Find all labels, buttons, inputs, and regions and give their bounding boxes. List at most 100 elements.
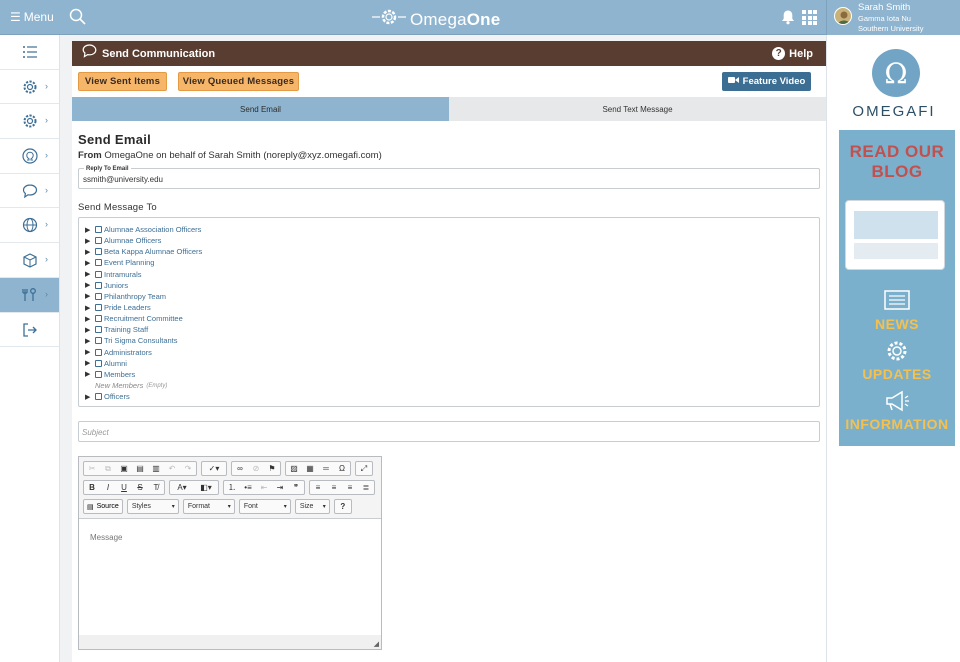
- recipient-group[interactable]: ▶ Administrators: [85, 347, 202, 358]
- omegafi-logo-icon[interactable]: Ω: [872, 49, 920, 97]
- expand-arrow-icon[interactable]: ▶: [85, 304, 95, 312]
- format-dropdown[interactable]: Format: [182, 499, 235, 514]
- recipient-checkbox[interactable]: [95, 337, 102, 345]
- maximize-icon[interactable]: ⤢: [356, 462, 372, 475]
- styles-dropdown[interactable]: Styles: [126, 499, 179, 514]
- sidebar-item-omega[interactable]: ›: [0, 139, 59, 174]
- copy-icon[interactable]: ⧉: [100, 462, 116, 475]
- source-button[interactable]: ▤ Source: [83, 499, 123, 514]
- text-color-icon[interactable]: A▾: [170, 481, 194, 494]
- reply-to-email-field[interactable]: Reply To Email ssmith@university.edu: [78, 166, 820, 189]
- bell-icon[interactable]: [780, 9, 796, 25]
- recipient-group[interactable]: ▶ Members: [85, 369, 202, 380]
- align-right-icon[interactable]: ≡: [342, 481, 358, 494]
- link-icon[interactable]: ∞: [232, 462, 248, 475]
- recipient-group[interactable]: ▶ Alumni: [85, 358, 202, 369]
- recipient-label[interactable]: Philanthropy Team: [104, 292, 166, 301]
- expand-arrow-icon[interactable]: ▶: [85, 248, 95, 256]
- recipient-label[interactable]: Alumnae Association Officers: [104, 225, 201, 234]
- search-icon[interactable]: [69, 8, 87, 26]
- brand-logo[interactable]: OmegaOne: [372, 7, 500, 32]
- sidebar-item-messages[interactable]: ›: [0, 174, 59, 209]
- subject-input[interactable]: Subject: [78, 421, 820, 442]
- recipient-label[interactable]: Alumni: [104, 359, 127, 368]
- recipient-label[interactable]: Beta Kappa Alumnae Officers: [104, 247, 202, 256]
- view-queued-messages-button[interactable]: View Queued Messages: [178, 72, 299, 91]
- recipient-label[interactable]: Administrators: [104, 348, 152, 357]
- bold-icon[interactable]: B: [84, 481, 100, 494]
- expand-arrow-icon[interactable]: ▶: [85, 292, 95, 300]
- expand-arrow-icon[interactable]: ▶: [85, 237, 95, 245]
- recipient-label[interactable]: Training Staff: [104, 325, 148, 334]
- sidebar-item-settings[interactable]: ›: [0, 70, 59, 105]
- blockquote-icon[interactable]: ❞: [288, 481, 304, 494]
- anchor-flag-icon[interactable]: ⚑: [264, 462, 280, 475]
- recipient-group[interactable]: ▶ Tri Sigma Consultants: [85, 335, 202, 346]
- sidebar-item-dashboard[interactable]: [0, 35, 59, 70]
- feature-video-button[interactable]: Feature Video: [722, 72, 811, 91]
- image-icon[interactable]: ▨: [286, 462, 302, 475]
- sidebar-item-inventory[interactable]: ›: [0, 243, 59, 278]
- recipient-group[interactable]: ▶ Training Staff: [85, 324, 202, 335]
- undo-icon[interactable]: ↶: [164, 462, 180, 475]
- editor-help-icon[interactable]: ?: [335, 500, 351, 513]
- horizontal-line-icon[interactable]: ═: [318, 462, 334, 475]
- user-menu[interactable]: Sarah Smith Gamma Iota Nu Southern Unive…: [826, 0, 960, 35]
- recipient-group[interactable]: ▶ Intramurals: [85, 269, 202, 280]
- expand-arrow-icon[interactable]: ▶: [85, 370, 95, 378]
- recipient-label[interactable]: Event Planning: [104, 258, 154, 267]
- message-textarea[interactable]: Message: [79, 518, 381, 635]
- recipient-checkbox[interactable]: [95, 326, 102, 334]
- recipient-checkbox[interactable]: [95, 226, 102, 234]
- expand-arrow-icon[interactable]: ▶: [85, 259, 95, 267]
- menu-button[interactable]: ☰ Menu: [10, 10, 54, 24]
- expand-arrow-icon[interactable]: ▶: [85, 337, 95, 345]
- recipient-label[interactable]: Tri Sigma Consultants: [104, 336, 178, 345]
- tab-send-email[interactable]: Send Email: [72, 97, 449, 121]
- outdent-icon[interactable]: ⇤: [256, 481, 272, 494]
- recipient-checkbox[interactable]: [95, 315, 102, 323]
- recipient-checkbox[interactable]: [95, 348, 102, 356]
- numbered-list-icon[interactable]: ⒈: [224, 481, 240, 494]
- blog-ad-banner[interactable]: READ OUR BLOG NEWS UPDATES INFORMATION: [839, 130, 955, 446]
- strikethrough-icon[interactable]: S: [132, 481, 148, 494]
- recipient-checkbox[interactable]: [95, 237, 102, 245]
- recipient-checkbox[interactable]: [95, 281, 102, 289]
- recipient-group[interactable]: ▶ Philanthropy Team: [85, 291, 202, 302]
- font-dropdown[interactable]: Font: [238, 499, 291, 514]
- view-sent-items-button[interactable]: View Sent Items: [78, 72, 167, 91]
- recipient-checkbox[interactable]: [95, 248, 102, 256]
- recipient-group[interactable]: ▶ Pride Leaders: [85, 302, 202, 313]
- paste-word-icon[interactable]: ▥: [148, 462, 164, 475]
- recipient-checkbox[interactable]: [95, 270, 102, 278]
- redo-icon[interactable]: ↷: [180, 462, 196, 475]
- cut-icon[interactable]: ✂: [84, 462, 100, 475]
- indent-icon[interactable]: ⇥: [272, 481, 288, 494]
- background-color-icon[interactable]: ◧▾: [194, 481, 218, 494]
- special-char-icon[interactable]: Ω: [334, 462, 350, 475]
- recipient-group[interactable]: ▶ Alumnae Association Officers: [85, 224, 202, 235]
- recipient-label[interactable]: Pride Leaders: [104, 303, 151, 312]
- resize-handle-icon[interactable]: ◢: [374, 640, 379, 648]
- tab-send-text-message[interactable]: Send Text Message: [449, 97, 826, 121]
- paste-icon[interactable]: ▣: [116, 462, 132, 475]
- recipient-group[interactable]: ▶ Beta Kappa Alumnae Officers: [85, 246, 202, 257]
- recipient-label[interactable]: Officers: [104, 392, 130, 401]
- recipient-group[interactable]: ▶ Juniors: [85, 280, 202, 291]
- recipient-checkbox[interactable]: [95, 292, 102, 300]
- recipient-checkbox[interactable]: [95, 393, 102, 401]
- bulleted-list-icon[interactable]: •≡: [240, 481, 256, 494]
- sidebar-item-tools[interactable]: ›: [0, 277, 59, 313]
- expand-arrow-icon[interactable]: ▶: [85, 326, 95, 334]
- help-button[interactable]: ? Help: [772, 47, 813, 60]
- italic-icon[interactable]: I: [100, 481, 116, 494]
- recipient-label[interactable]: Intramurals: [104, 270, 142, 279]
- align-center-icon[interactable]: ≡: [326, 481, 342, 494]
- recipient-group[interactable]: ▶ Recruitment Committee: [85, 313, 202, 324]
- unlink-icon[interactable]: ⊘: [248, 462, 264, 475]
- expand-arrow-icon[interactable]: ▶: [85, 393, 95, 401]
- expand-arrow-icon[interactable]: ▶: [85, 315, 95, 323]
- size-dropdown[interactable]: Size: [294, 499, 330, 514]
- expand-arrow-icon[interactable]: ▶: [85, 270, 95, 278]
- sidebar-item-logout[interactable]: [0, 313, 59, 348]
